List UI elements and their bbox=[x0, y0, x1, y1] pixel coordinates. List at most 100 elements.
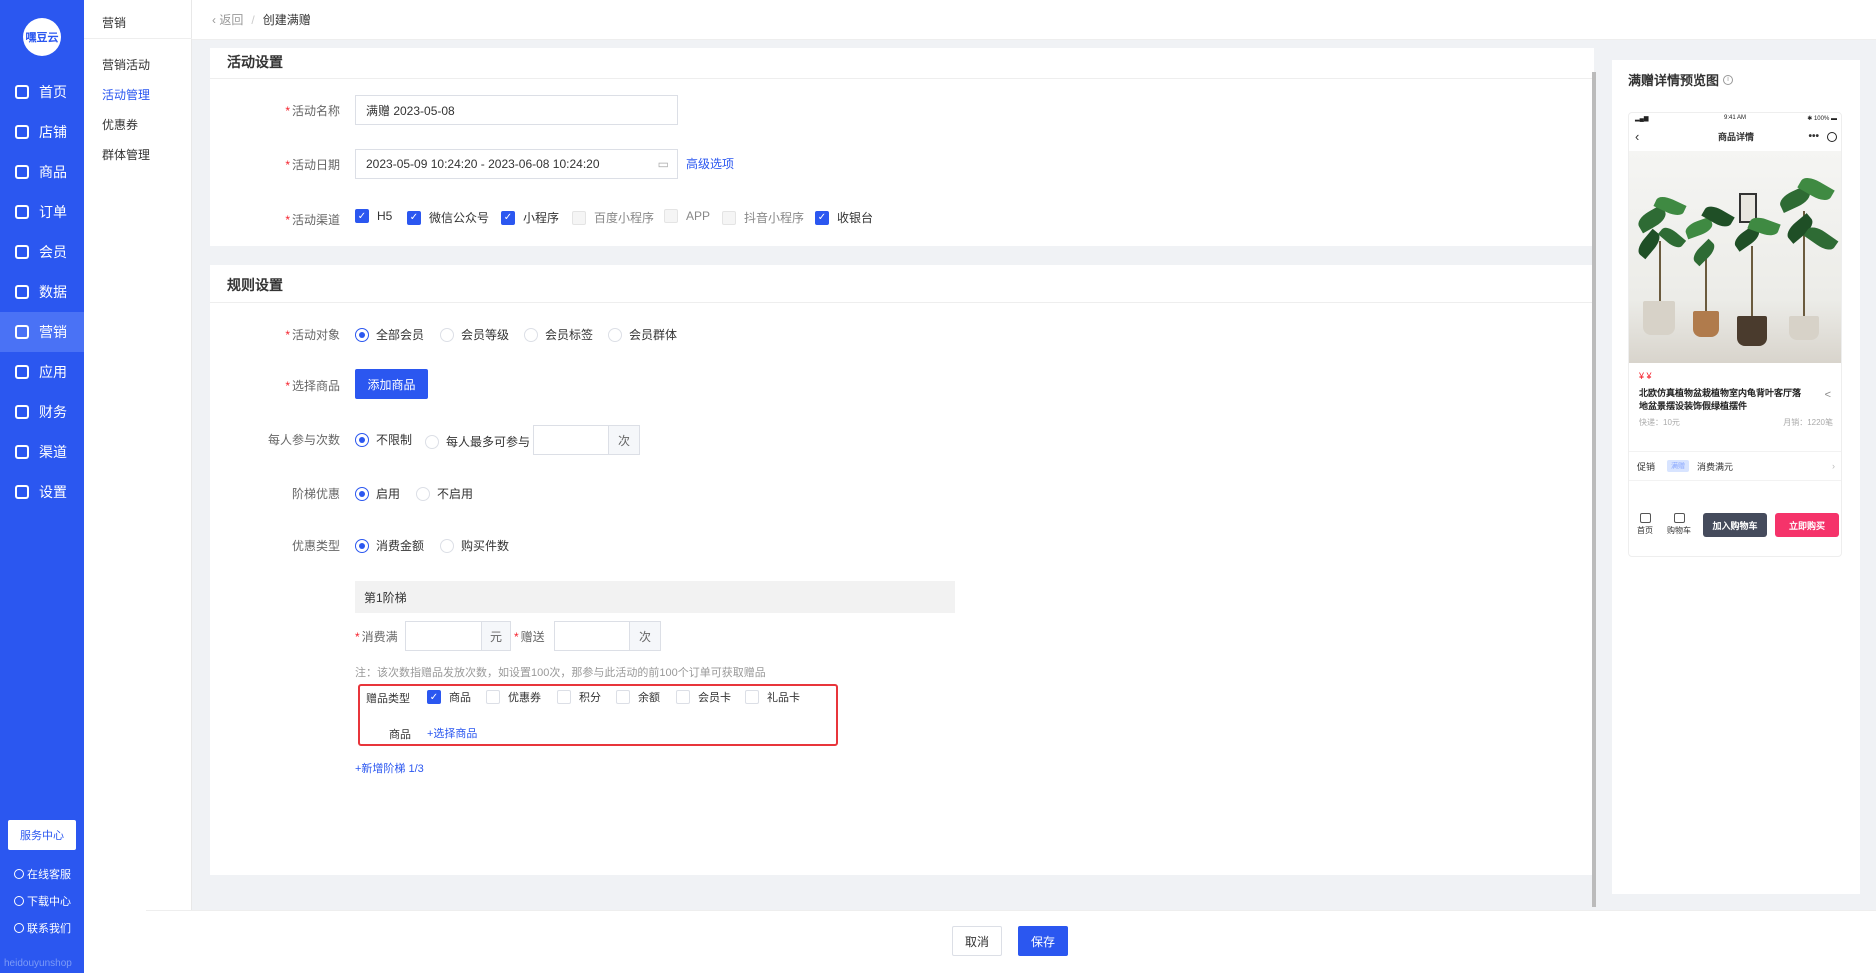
label-text: 消费满 bbox=[361, 630, 398, 644]
online-support-link[interactable]: 在线客服 bbox=[14, 866, 71, 882]
tier-enable-radio[interactable]: 启用 bbox=[355, 485, 400, 502]
channel-douyin-checkbox[interactable]: 抖音小程序 bbox=[722, 209, 804, 226]
nav-item-settings[interactable]: 设置 bbox=[0, 472, 84, 512]
gift-type-points-checkbox[interactable]: 积分 bbox=[557, 689, 601, 705]
phone-mockup: ▂▄▆ 9:41 AM ✱ 100% ▬ ‹ 商品详情 ••• ¥ ¥ 北欧仿真… bbox=[1628, 112, 1842, 557]
radio-label: 购买件数 bbox=[461, 539, 510, 553]
info-icon[interactable]: i bbox=[1723, 74, 1734, 85]
gift-type-coupon-checkbox[interactable]: 优惠券 bbox=[486, 689, 541, 705]
nav-item-goods[interactable]: 商品 bbox=[0, 152, 84, 192]
cart-icon bbox=[1673, 513, 1685, 523]
download-center-link[interactable]: 下载中心 bbox=[14, 893, 71, 909]
section-title: 活动设置 bbox=[227, 54, 283, 70]
channel-cashier-checkbox[interactable]: ✓ 收银台 bbox=[815, 209, 873, 226]
footer-cart[interactable]: 购物车 bbox=[1667, 513, 1691, 536]
nav-item-marketing[interactable]: 营销 bbox=[0, 312, 84, 352]
nav-item-order[interactable]: 订单 bbox=[0, 192, 84, 232]
gift-type-goods-checkbox[interactable]: ✓ 商品 bbox=[427, 689, 471, 705]
tag-icon bbox=[15, 325, 29, 339]
discount-amount-radio[interactable]: 消费金额 bbox=[355, 537, 424, 554]
divider bbox=[84, 38, 192, 39]
advanced-options-link[interactable]: 高级选项 bbox=[686, 155, 734, 172]
label-text: 赠送 bbox=[520, 630, 545, 644]
target-member-tag-radio[interactable]: 会员标签 bbox=[524, 326, 593, 343]
gift-type-member-card-checkbox[interactable]: 会员卡 bbox=[676, 689, 731, 705]
scrollbar[interactable] bbox=[1592, 72, 1596, 907]
checkbox-label: 优惠券 bbox=[508, 692, 541, 704]
gift-count-input[interactable] bbox=[554, 621, 630, 651]
spend-label: * 消费满 bbox=[355, 630, 398, 644]
store-icon bbox=[15, 125, 29, 139]
radio-label: 启用 bbox=[376, 487, 401, 501]
phone-header: ‹ 商品详情 ••• bbox=[1629, 127, 1841, 147]
brand-logo[interactable]: 嘿豆云 bbox=[23, 18, 61, 56]
target-member-level-radio[interactable]: 会员等级 bbox=[440, 326, 509, 343]
nav-item-finance[interactable]: 财务 bbox=[0, 392, 84, 432]
nav-item-app[interactable]: 应用 bbox=[0, 352, 84, 392]
save-button[interactable]: 保存 bbox=[1018, 926, 1068, 956]
gift-type-balance-checkbox[interactable]: 余额 bbox=[616, 689, 660, 705]
channel-app-checkbox[interactable]: APP bbox=[664, 209, 710, 223]
discount-quantity-radio[interactable]: 购买件数 bbox=[440, 537, 509, 554]
contact-us-label: 联系我们 bbox=[27, 923, 71, 935]
nav-item-member[interactable]: 会员 bbox=[0, 232, 84, 272]
promotion-row[interactable]: 促销 满赠 消费满元 › bbox=[1629, 451, 1841, 481]
order-icon bbox=[15, 205, 29, 219]
activity-name-input[interactable]: 满赠 2023-05-08 bbox=[355, 95, 678, 125]
submenu-item-groups[interactable]: 群体管理 bbox=[102, 146, 150, 163]
channel-baidu-checkbox[interactable]: 百度小程序 bbox=[572, 209, 654, 226]
nav-item-data[interactable]: 数据 bbox=[0, 272, 84, 312]
add-tier-link[interactable]: +新增阶梯 1/3 bbox=[355, 760, 424, 776]
spend-amount-input[interactable] bbox=[405, 621, 482, 651]
footer-home-label: 首页 bbox=[1637, 526, 1653, 535]
select-goods-label: * 选择商品 bbox=[285, 379, 340, 393]
nav-item-store[interactable]: 店铺 bbox=[0, 112, 84, 152]
footer-home[interactable]: 首页 bbox=[1633, 513, 1657, 536]
submenu-item-activity-manage[interactable]: 活动管理 bbox=[102, 86, 150, 103]
gift-type-gift-card-checkbox[interactable]: 礼品卡 bbox=[745, 689, 800, 705]
rule-settings-panel: 规则设置 bbox=[210, 265, 1594, 875]
channel-miniprogram-checkbox[interactable]: ✓ 小程序 bbox=[501, 209, 559, 226]
nav-item-home[interactable]: 首页 bbox=[0, 72, 84, 112]
share-icon[interactable]: < bbox=[1825, 389, 1831, 401]
back-link[interactable]: ‹ 返回 bbox=[212, 11, 243, 28]
app-icon bbox=[15, 365, 29, 379]
target-member-group-radio[interactable]: 会员群体 bbox=[608, 326, 677, 343]
submenu-item-campaigns[interactable]: 营销活动 bbox=[102, 56, 150, 73]
channel-h5-checkbox[interactable]: ✓ H5 bbox=[355, 209, 392, 223]
divider bbox=[210, 302, 1594, 303]
back-label: 返回 bbox=[219, 13, 244, 27]
discount-type-label: 优惠类型 bbox=[291, 539, 340, 553]
home-icon bbox=[15, 85, 29, 99]
tier-discount-label: 阶梯优惠 bbox=[291, 487, 340, 501]
add-goods-button[interactable]: 添加商品 bbox=[355, 369, 428, 399]
label-text: 活动名称 bbox=[291, 104, 340, 118]
choose-goods-link[interactable]: +选择商品 bbox=[427, 725, 477, 741]
submenu-item-coupons[interactable]: 优惠券 bbox=[102, 116, 138, 133]
breadcrumb-separator: / bbox=[251, 12, 255, 27]
times-limit-input[interactable] bbox=[533, 425, 609, 455]
add-to-cart-button[interactable]: 加入购物车 bbox=[1703, 513, 1767, 537]
divider bbox=[210, 78, 1594, 79]
activity-channel-label: * 活动渠道 bbox=[285, 213, 340, 227]
contact-us-link[interactable]: 联系我们 bbox=[14, 920, 71, 936]
label-text: 选择商品 bbox=[291, 379, 340, 393]
times-unlimited-radio[interactable]: 不限制 bbox=[355, 431, 412, 448]
activity-date-range-input[interactable]: 2023-05-09 10:24:20 - 2023-06-08 10:24:2… bbox=[355, 149, 678, 179]
download-icon bbox=[14, 896, 24, 906]
cancel-button[interactable]: 取消 bbox=[952, 926, 1002, 956]
nav-item-channel[interactable]: 渠道 bbox=[0, 432, 84, 472]
times-unit: 次 bbox=[608, 425, 640, 455]
battery-icon: ✱ 100% ▬ bbox=[1807, 116, 1837, 122]
checkbox-label: APP bbox=[686, 209, 711, 223]
page-title: 创建满赠 bbox=[262, 13, 311, 27]
target-all-members-radio[interactable]: 全部会员 bbox=[355, 326, 424, 343]
buy-now-button[interactable]: 立即购买 bbox=[1775, 513, 1839, 537]
activity-name-label: * 活动名称 bbox=[285, 104, 340, 118]
tier-disable-radio[interactable]: 不启用 bbox=[416, 485, 473, 502]
times-limited-radio[interactable]: 每人最多可参与 bbox=[425, 433, 530, 450]
calendar-icon: ▭ bbox=[657, 157, 669, 171]
channel-wechat-checkbox[interactable]: ✓ 微信公众号 bbox=[407, 209, 489, 226]
service-center-button[interactable]: 服务中心 bbox=[8, 820, 76, 850]
goods-icon bbox=[15, 165, 29, 179]
